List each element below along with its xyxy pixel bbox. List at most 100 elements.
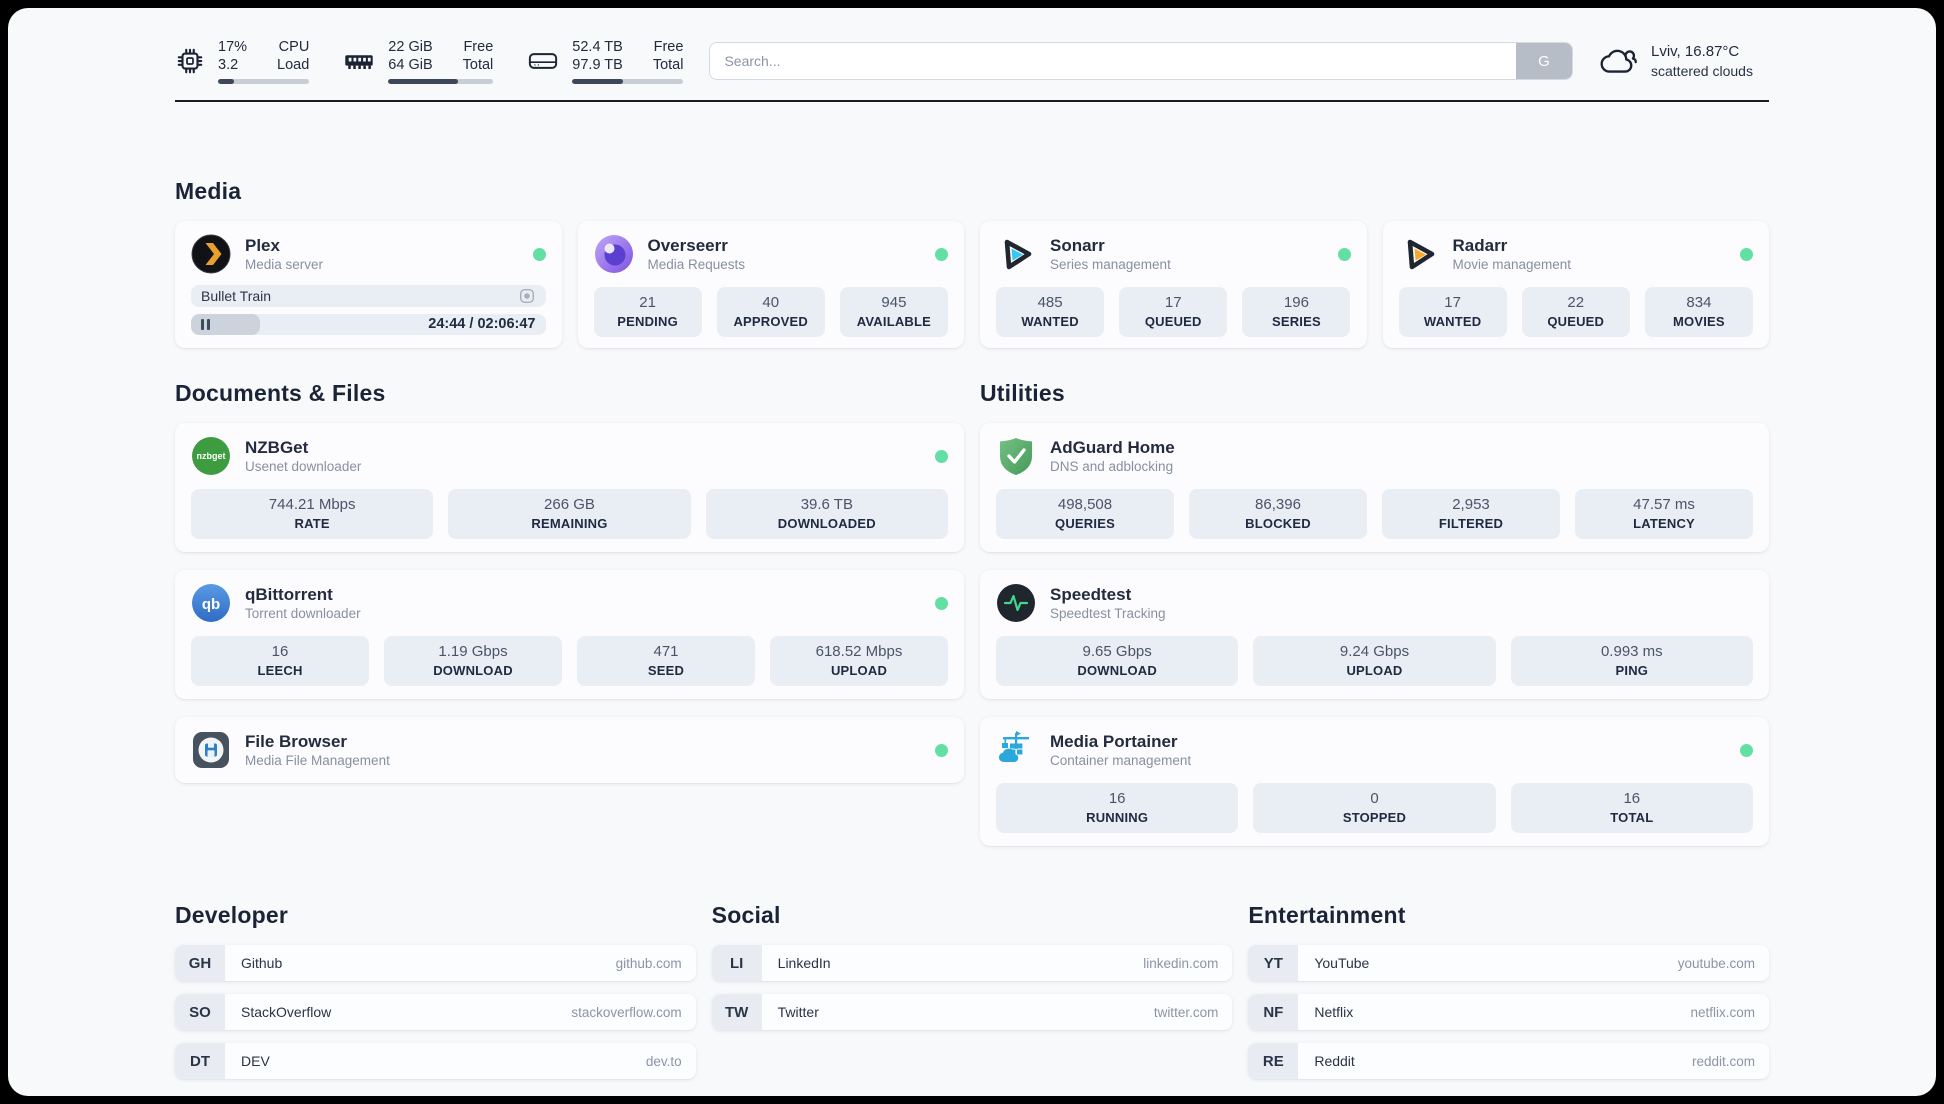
stat-tile-queued: 17 QUEUED <box>1119 287 1228 337</box>
playback-time: 24:44 / 02:06:47 <box>428 316 536 333</box>
status-online-dot <box>1337 247 1351 261</box>
dashboard-page: 17% 3.2 CPU Load 22 GiB 64 GiB Free Tota… <box>8 8 1936 1096</box>
header: 17% 3.2 CPU Load 22 GiB 64 GiB Free Tota… <box>175 38 1769 84</box>
status-online-dot <box>935 247 948 261</box>
section-utilities: Utilities AdGuard Home DNS and adblockin… <box>980 380 1769 846</box>
bookmark-abbr: DT <box>175 1043 225 1079</box>
speedtest-icon <box>997 584 1035 622</box>
app-card-sonarr[interactable]: Sonarr Series management 485 WANTED 17 Q… <box>980 221 1367 348</box>
status-online-dot <box>935 743 948 757</box>
bookmark-linkedin[interactable]: LI LinkedIn linkedin.com <box>711 945 1233 981</box>
radarr-icon <box>1407 239 1434 270</box>
bookmarks-developer: Developer GH Github github.com SO StackO… <box>175 902 696 1079</box>
weather-widget: Lviv, 16.87°C scattered clouds <box>1599 42 1769 80</box>
search-input[interactable] <box>709 42 1573 80</box>
media-section-title: Media <box>175 178 242 204</box>
app-card-plex[interactable]: Plex Media server Bullet Train 24:44 / 0 <box>175 221 562 348</box>
bookmark-url: youtube.com <box>1677 955 1755 971</box>
app-card-qbittorrent[interactable]: qb qBittorrent Torrent downloader 16 LEE… <box>175 570 964 699</box>
plex-icon <box>191 234 231 274</box>
app-description: Container management <box>1050 753 1192 768</box>
bookmark-netflix[interactable]: NF Netflix netflix.com <box>1248 994 1769 1030</box>
status-online-dot <box>1740 743 1753 757</box>
cpu-progress-bar <box>218 79 310 84</box>
storage-stat: 52.4 TB 97.9 TB Free Total <box>527 38 684 84</box>
now-playing-title: Bullet Train <box>201 287 272 304</box>
bookmark-url: netflix.com <box>1690 1004 1755 1020</box>
app-card-adguard[interactable]: AdGuard Home DNS and adblocking 498,508 … <box>980 423 1769 552</box>
bookmark-twitter[interactable]: TW Twitter twitter.com <box>711 994 1233 1030</box>
search-bar: G <box>709 42 1573 80</box>
stat-tile-downloaded: 39.6 TB DOWNLOADED <box>705 489 948 539</box>
storage-label-1: Free <box>653 39 684 55</box>
cpu-label-2: Load <box>277 57 310 73</box>
memory-total-value: 64 GiB <box>388 57 433 73</box>
stat-tile-seed: 471 SEED <box>577 636 755 686</box>
stat-tile-running: 16 RUNNING <box>996 783 1239 833</box>
stat-tile-ping: 0.993 ms PING <box>1510 636 1753 686</box>
stat-tile-queries: 498,508 QUERIES <box>996 489 1174 539</box>
bookmark-github[interactable]: GH Github github.com <box>175 945 696 981</box>
app-name: Speedtest <box>1050 585 1132 604</box>
bookmark-dev[interactable]: DT DEV dev.to <box>175 1043 696 1079</box>
bookmark-reddit[interactable]: RE Reddit reddit.com <box>1248 1043 1769 1079</box>
cpu-stat: 17% 3.2 CPU Load <box>175 38 310 84</box>
weather-condition: scattered clouds <box>1651 63 1753 79</box>
app-name: AdGuard Home <box>1050 438 1175 457</box>
stat-tile-filtered: 2,953 FILTERED <box>1382 489 1560 539</box>
bookmark-youtube[interactable]: YT YouTube youtube.com <box>1248 945 1769 981</box>
storage-free-value: 52.4 TB <box>572 39 623 55</box>
bookmark-abbr: GH <box>175 945 225 981</box>
svg-text:qb: qb <box>202 596 220 613</box>
bookmark-abbr: SO <box>175 994 225 1030</box>
app-name: qBittorrent <box>245 585 333 604</box>
app-description: Media Requests <box>647 257 746 272</box>
playback-progress-bar: 24:44 / 02:06:47 <box>191 313 546 335</box>
search-engine-button[interactable]: G <box>1516 43 1572 79</box>
bookmark-name: LinkedIn <box>777 955 831 971</box>
sonarr-icon <box>1004 239 1032 270</box>
disk-icon <box>529 53 558 69</box>
stat-tile-leech: 16 LEECH <box>191 636 369 686</box>
app-description: Torrent downloader <box>245 606 361 621</box>
bookmark-abbr: NF <box>1248 994 1299 1030</box>
bookmark-url: dev.to <box>645 1053 682 1069</box>
storage-progress-bar <box>572 79 684 84</box>
stat-tile-pending: 21 PENDING <box>593 287 702 337</box>
app-card-overseerr[interactable]: Overseerr Media Requests 21 PENDING 40 A… <box>577 221 964 348</box>
bookmark-url: github.com <box>615 955 682 971</box>
app-card-portainer[interactable]: Media Portainer Container management 16 … <box>980 717 1769 846</box>
stat-tile-upload: 618.52 Mbps UPLOAD <box>770 636 948 686</box>
storage-label-2: Total <box>652 57 684 73</box>
app-name: Plex <box>245 236 280 255</box>
stat-tile-upload: 9.24 Gbps UPLOAD <box>1253 636 1496 686</box>
bookmarks-entertainment: Entertainment YT YouTube youtube.com NF … <box>1248 902 1769 1079</box>
svg-text:nzbget: nzbget <box>197 451 226 461</box>
app-name: Sonarr <box>1050 236 1105 255</box>
app-card-filebrowser[interactable]: File Browser Media File Management <box>175 717 964 783</box>
stat-tile-queued: 22 QUEUED <box>1521 287 1630 337</box>
app-description: Media File Management <box>245 753 390 768</box>
portainer-icon <box>999 731 1029 762</box>
app-description: Usenet downloader <box>245 459 362 474</box>
app-description: Media server <box>245 257 324 272</box>
stat-tile-approved: 40 APPROVED <box>716 287 825 337</box>
memory-label-2: Total <box>462 57 494 73</box>
stat-tile-wanted: 485 WANTED <box>996 287 1105 337</box>
cloud-icon <box>1600 49 1637 73</box>
cpu-icon <box>177 48 203 74</box>
app-name: Radarr <box>1452 236 1508 255</box>
app-card-speedtest[interactable]: Speedtest Speedtest Tracking 9.65 Gbps D… <box>980 570 1769 699</box>
app-card-radarr[interactable]: Radarr Movie management 17 WANTED 22 QUE… <box>1382 221 1769 348</box>
utilities-section-title: Utilities <box>980 380 1065 406</box>
app-name: File Browser <box>245 732 348 751</box>
status-online-dot <box>1740 247 1753 261</box>
app-card-nzbget[interactable]: nzbget NZBGet Usenet downloader 744.21 M… <box>175 423 964 552</box>
storage-total-value: 97.9 TB <box>572 57 623 73</box>
system-stats: 17% 3.2 CPU Load 22 GiB 64 GiB Free Tota… <box>175 38 684 84</box>
stat-tile-blocked: 86,396 BLOCKED <box>1189 489 1367 539</box>
bookmark-stackoverflow[interactable]: SO StackOverflow stackoverflow.com <box>175 994 696 1030</box>
stat-tile-available: 945 AVAILABLE <box>839 287 948 337</box>
cpu-label-1: CPU <box>278 39 310 55</box>
entertainment-section-title: Entertainment <box>1248 902 1406 928</box>
